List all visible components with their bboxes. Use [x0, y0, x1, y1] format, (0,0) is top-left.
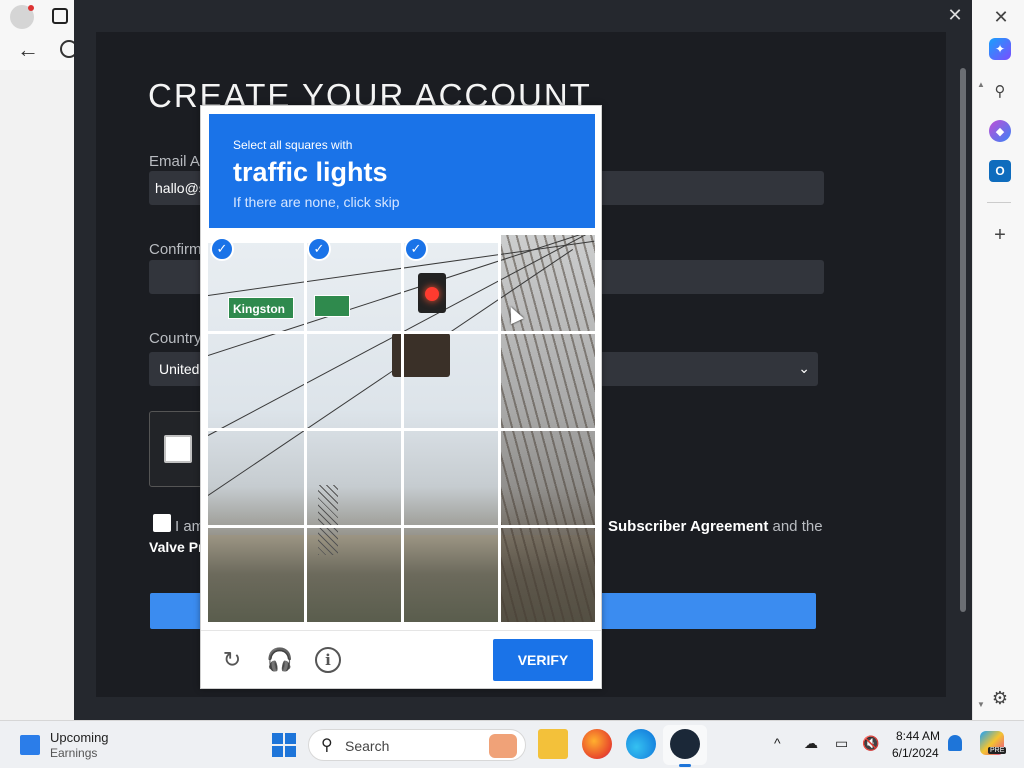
challenge-footer: ↻ 🎧 i VERIFY [201, 630, 601, 688]
challenge-tile[interactable] [402, 429, 496, 523]
chevron-down-icon: ⌄ [798, 360, 810, 376]
dialog-scrollbar[interactable] [960, 68, 966, 612]
challenge-tile[interactable] [208, 526, 302, 620]
notification-bell-icon[interactable] [948, 735, 962, 751]
active-app-indicator [679, 764, 691, 767]
recaptcha-challenge: Select all squares with traffic lights I… [200, 105, 602, 689]
confirm-email-label: Confirm [149, 241, 202, 258]
firefox-icon[interactable] [582, 729, 612, 759]
dialog-close-icon[interactable]: ✕ [944, 4, 966, 26]
search-icon: ⚲ [321, 737, 333, 754]
taskbar-search[interactable]: ⚲ Search [308, 729, 526, 761]
challenge-tile[interactable] [499, 332, 593, 426]
info-icon[interactable]: i [315, 647, 341, 673]
windows-logo-tile [272, 733, 283, 744]
window-close-icon[interactable]: ✕ [990, 6, 1012, 28]
country-label: Country [149, 330, 202, 347]
browser-page-left [0, 70, 74, 720]
scroll-down-icon[interactable]: ▼ [977, 700, 985, 709]
profile-avatar[interactable] [10, 5, 34, 29]
challenge-tile[interactable] [305, 526, 399, 620]
widget-subtitle: Earnings [50, 746, 98, 760]
challenge-header: Select all squares with traffic lights I… [209, 114, 595, 228]
start-button[interactable] [272, 733, 296, 757]
challenge-tile[interactable] [499, 526, 593, 620]
sidebar-divider [987, 202, 1011, 203]
tile-selected-check-icon: ✓ [210, 237, 234, 261]
windows-logo-tile [285, 746, 296, 757]
verify-button[interactable]: VERIFY [493, 639, 593, 681]
challenge-tile[interactable] [208, 332, 302, 426]
stocks-widget-icon [20, 735, 40, 755]
challenge-skip-hint: If there are none, click skip [233, 194, 400, 210]
challenge-instruction: Select all squares with [233, 138, 353, 152]
challenge-tile[interactable] [402, 332, 496, 426]
country-value: United [159, 361, 200, 377]
tray-overflow-icon[interactable]: ^ [774, 735, 781, 751]
widget-title: Upcoming [50, 730, 109, 745]
agree-checkbox[interactable] [153, 514, 171, 532]
challenge-tile[interactable] [402, 526, 496, 620]
edge-sidebar: ▲ ✦ ⚲ ◆ O + ⚙ ▼ [972, 30, 1024, 720]
subscriber-agreement-link[interactable]: Subscriber Agreement [608, 518, 768, 535]
add-icon[interactable]: + [989, 224, 1011, 246]
scroll-up-icon[interactable]: ▲ [977, 80, 985, 89]
search-highlight-image [489, 734, 517, 758]
recaptcha-checkbox[interactable] [164, 435, 192, 463]
challenge-tile[interactable] [208, 429, 302, 523]
search-icon[interactable]: ⚲ [989, 80, 1011, 102]
tab-actions-icon[interactable] [52, 8, 68, 24]
privacy-policy-link[interactable]: Valve Pr [149, 539, 204, 555]
tile-selected-check-icon: ✓ [307, 237, 331, 261]
volume-muted-icon[interactable]: 🔇 [862, 735, 879, 752]
taskbar: Upcoming Earnings ⚲ Search ^ ☁ ▭ 🔇 8:44 … [0, 720, 1024, 768]
outlook-icon[interactable]: O [989, 160, 1011, 182]
tile-selected-check-icon: ✓ [404, 237, 428, 261]
clock-time[interactable]: 8:44 AM [896, 729, 940, 743]
agree-text-links: Subscriber Agreement and the [608, 518, 823, 535]
clock-date[interactable]: 6/1/2024 [892, 746, 939, 760]
file-explorer-icon[interactable] [538, 729, 568, 759]
challenge-tile[interactable] [499, 429, 593, 523]
microsoft-365-icon[interactable]: ◆ [989, 120, 1011, 142]
audio-challenge-icon[interactable]: 🎧 [266, 647, 293, 673]
preview-badge: PRE [988, 747, 1007, 754]
reload-icon[interactable]: ↻ [219, 647, 245, 673]
windows-logo-tile [285, 733, 296, 744]
settings-gear-icon[interactable]: ⚙ [989, 687, 1011, 709]
onedrive-icon[interactable]: ☁ [804, 735, 818, 752]
copilot-icon[interactable]: ✦ [989, 38, 1011, 60]
steam-icon[interactable] [670, 729, 700, 759]
challenge-target: traffic lights [233, 157, 388, 187]
back-arrow-icon[interactable]: ← [16, 37, 40, 62]
network-icon[interactable]: ▭ [835, 735, 848, 752]
windows-logo-tile [272, 746, 283, 757]
search-placeholder: Search [345, 738, 390, 754]
challenge-tile[interactable] [305, 429, 399, 523]
agree-text-and: and the [772, 518, 823, 535]
widgets-button[interactable]: Upcoming Earnings [18, 729, 138, 761]
challenge-tile[interactable] [305, 332, 399, 426]
edge-icon[interactable] [626, 729, 656, 759]
challenge-image-grid: Kingston ✓ ✓ ✓ [208, 235, 595, 622]
